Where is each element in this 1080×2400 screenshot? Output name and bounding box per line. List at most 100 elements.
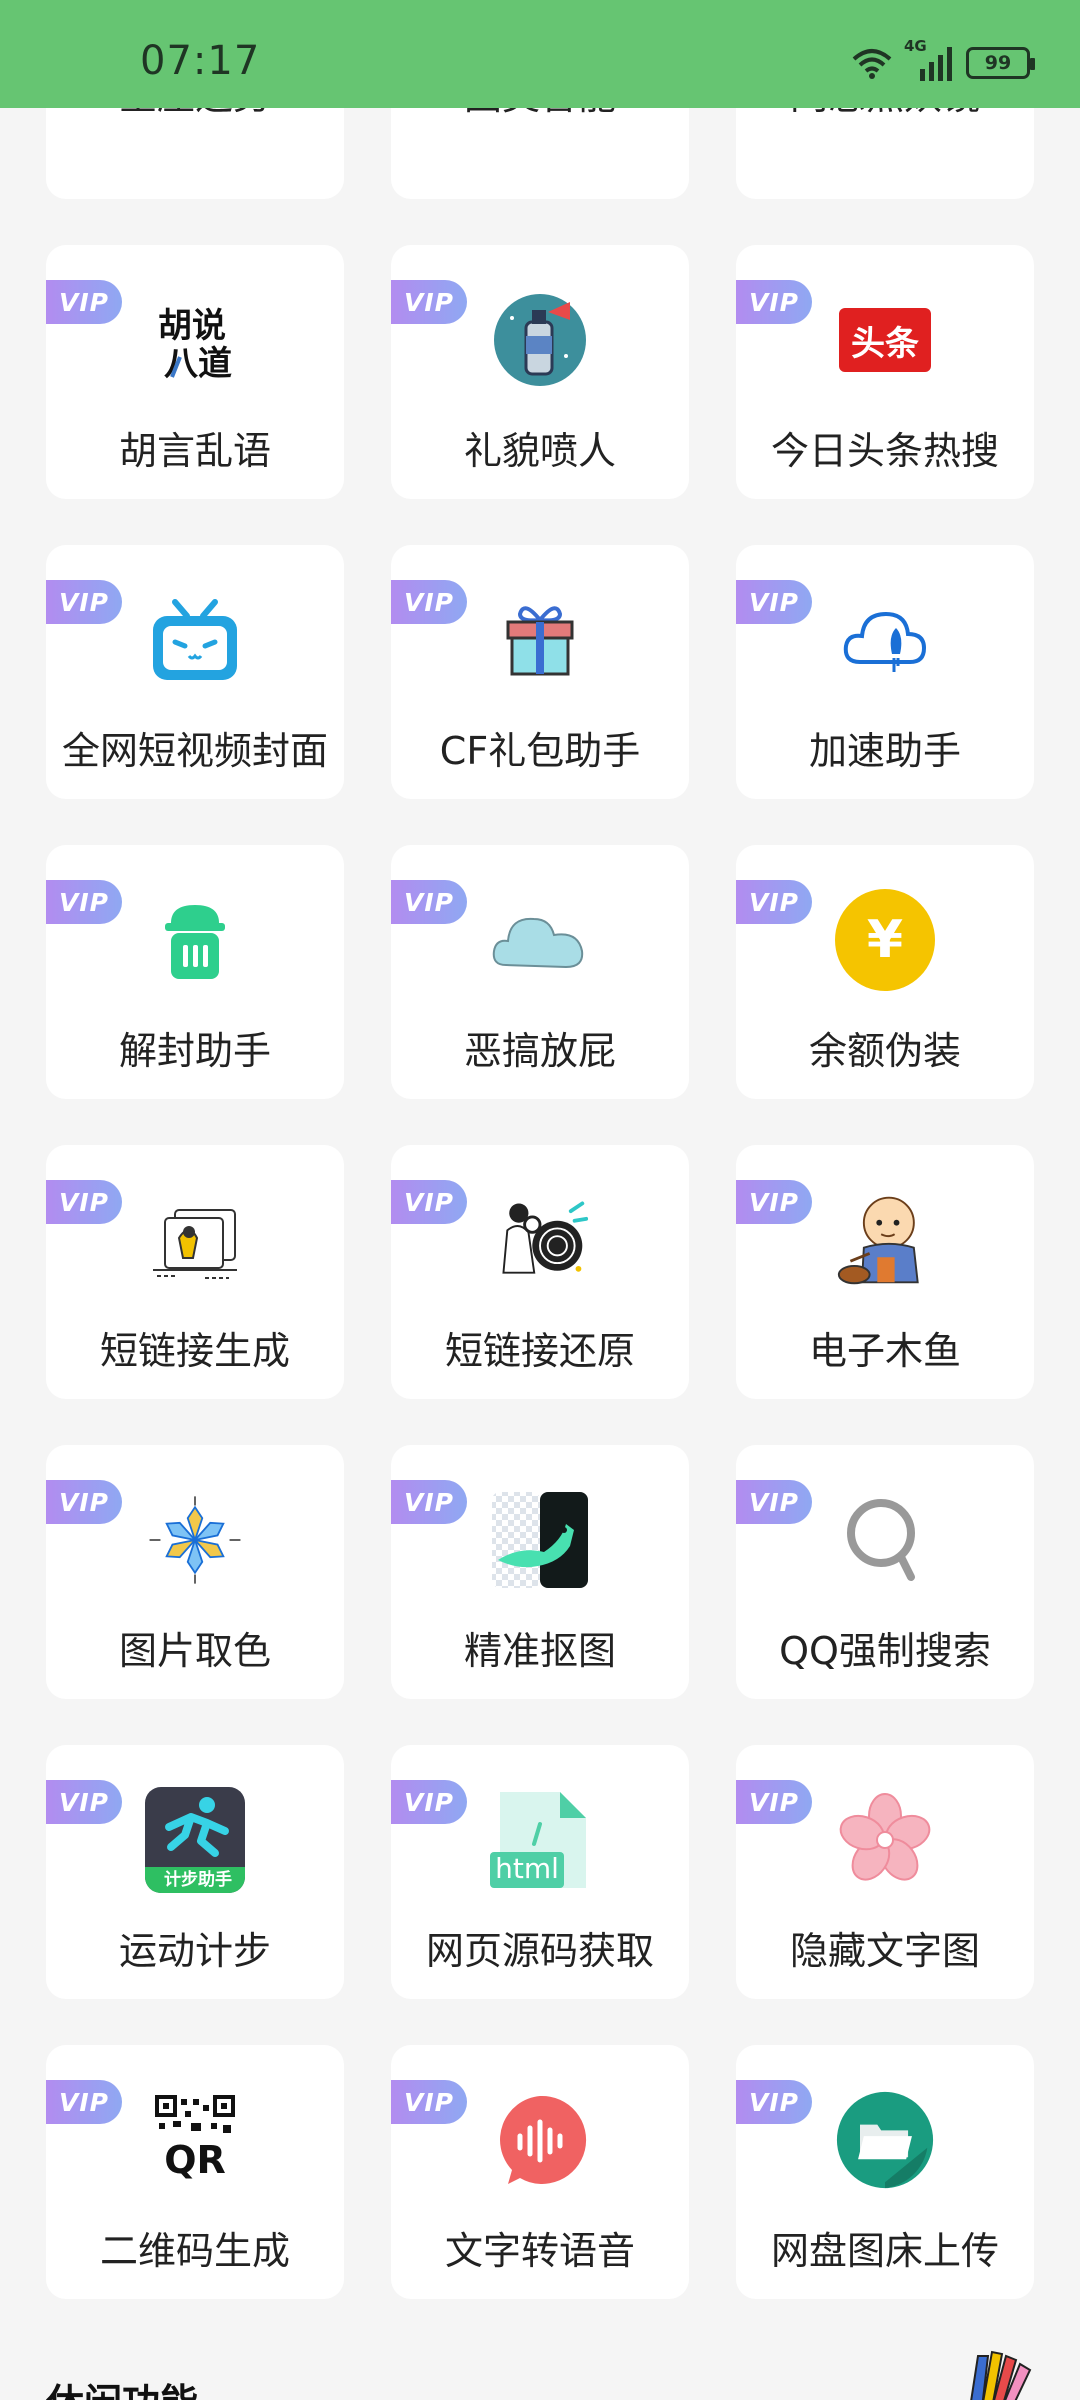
link-illustration-icon [145,1190,245,1290]
vip-badge: VIP [736,1180,812,1224]
tool-card-toutiao-trending[interactable]: VIP 头条 今日头条热搜 [736,245,1034,499]
tool-card-fart-prank[interactable]: VIP 恶搞放屁 [391,845,689,1099]
tool-card-cutout[interactable]: VIP 精准抠图 [391,1445,689,1699]
vip-badge: VIP [391,1780,467,1824]
qr-code-icon: QR [145,2090,245,2190]
status-bar: 07:17 4G 99 [0,0,1080,108]
tool-label: 加速助手 [808,729,961,773]
tv-face-icon [145,590,245,690]
vip-badge: VIP [46,2080,122,2124]
cutout-icon [490,1490,590,1590]
spray-can-icon [490,290,590,390]
svg-text:胡说: 胡说 [158,306,226,346]
snowflake-palette-icon [145,1490,245,1590]
tool-label: 文字转语音 [444,2229,635,2273]
svg-text:八道: 八道 [164,344,232,384]
tool-card-text-to-speech[interactable]: VIP 文字转语音 [391,2045,689,2299]
tool-label: 全网短视频封面 [61,729,328,773]
vip-badge: VIP [736,280,812,324]
folder-icon [835,2090,935,2190]
vip-badge: VIP [391,2080,467,2124]
tool-card-accelerator[interactable]: VIP 加速助手 [736,545,1034,799]
tool-card-qq-search[interactable]: VIP QQ强制搜索 [736,1445,1034,1699]
toutiao-icon: 头条 [835,290,935,390]
yuan-coin-icon: ¥ [835,889,935,991]
vip-badge: VIP [46,1180,122,1224]
tool-card-nonsense[interactable]: VIP 胡说 八道 胡言乱语 [46,245,344,499]
tool-label: 图片取色 [118,1629,271,1673]
tool-label: 今日头条热搜 [770,429,999,473]
tool-label: 网盘图床上传 [770,2229,999,2273]
tool-card-polite-roast[interactable]: VIP 礼貌喷人 [391,245,689,499]
tool-card-video-cover[interactable]: VIP 全网短视频封面 [46,545,344,799]
qr-code-text: QR [164,2138,226,2182]
tool-label: 短链接还原 [444,1329,635,1373]
tool-card-hidden-text-image[interactable]: VIP 隐藏文字图 [736,1745,1034,1999]
vip-badge: VIP [391,580,467,624]
vip-badge: VIP [736,880,812,924]
calligraphy-icon: 胡说 八道 [145,290,245,390]
decorative-fan-icon [964,2348,1036,2400]
status-time: 07:17 [140,38,261,84]
tool-card-step-counter[interactable]: VIP 计步助手 运动计步 [46,1745,344,1999]
tool-label: 胡言乱语 [118,429,271,473]
vip-badge: VIP [736,1480,812,1524]
tool-card-shortlink-create[interactable]: VIP 短链接生成 [46,1145,344,1399]
tool-label: 解封助手 [118,1029,271,1073]
cloud-icon [490,890,590,990]
signal-group: 4G [904,37,956,83]
gift-icon [490,590,590,690]
swirl-illustration-icon [490,1190,590,1290]
html-file-text: html [490,1852,564,1888]
vip-badge: VIP [391,1480,467,1524]
sakura-icon [835,1790,935,1890]
tool-card-unban[interactable]: VIP 解封助手 [46,845,344,1099]
monk-woodfish-icon [835,1190,935,1290]
search-icon [835,1490,935,1590]
tool-card-qr-generator[interactable]: VIP QR 二维码生成 [46,2045,344,2299]
battery-icon: 99 [966,47,1035,79]
section-title-leisure: 休闲功能 [46,2372,198,2400]
vip-badge: VIP [391,1180,467,1224]
tool-label: 电子木鱼 [808,1329,961,1373]
tool-label: 礼貌喷人 [463,429,616,473]
tool-card-wooden-fish[interactable]: VIP 电子木鱼 [736,1145,1034,1399]
tool-label: 短链接生成 [99,1329,290,1373]
tool-label: 余额伪装 [808,1029,961,1073]
tool-card-cloud-upload[interactable]: VIP 网盘图床上传 [736,2045,1034,2299]
tool-card-page-source[interactable]: VIP html 网页源码获取 [391,1745,689,1999]
runner-icon-text: 计步助手 [145,1867,245,1893]
vip-badge: VIP [46,1780,122,1824]
tool-label: 运动计步 [118,1929,271,1973]
trash-can-icon [145,890,245,990]
html-file-icon: html [490,1790,590,1890]
tool-label: 隐藏文字图 [789,1929,980,1973]
wifi-icon [852,49,892,79]
vip-badge: VIP [736,580,812,624]
vip-badge: VIP [736,2080,812,2124]
vip-badge: VIP [391,280,467,324]
vip-badge: VIP [46,1480,122,1524]
vip-badge: VIP [391,880,467,924]
runner-icon: 计步助手 [145,1787,245,1893]
tool-card-color-picker[interactable]: VIP 图片取色 [46,1445,344,1699]
yuan-coin-text: ¥ [866,910,904,970]
tool-label: 二维码生成 [99,2229,290,2273]
status-icons: 4G 99 [850,37,1035,88]
tool-label: CF礼包助手 [439,729,641,773]
signal-icon [920,47,952,81]
tool-label: 网页源码获取 [425,1929,654,1973]
cloud-rocket-icon [835,590,935,690]
voice-bubble-icon [490,2090,590,2190]
tool-card-cf-gift[interactable]: VIP CF礼包助手 [391,545,689,799]
tool-card-shortlink-restore[interactable]: VIP 短链接还原 [391,1145,689,1399]
tool-card-balance-fake[interactable]: VIP ¥ 余额伪装 [736,845,1034,1099]
tool-label: 恶搞放屁 [463,1029,616,1073]
vip-badge: VIP [46,580,122,624]
tool-label: 精准抠图 [463,1629,616,1673]
vip-badge: VIP [46,280,122,324]
vip-badge: VIP [46,880,122,924]
vip-badge: VIP [736,1780,812,1824]
tool-label: QQ强制搜索 [779,1629,991,1673]
toutiao-icon-text: 头条 [851,323,919,364]
